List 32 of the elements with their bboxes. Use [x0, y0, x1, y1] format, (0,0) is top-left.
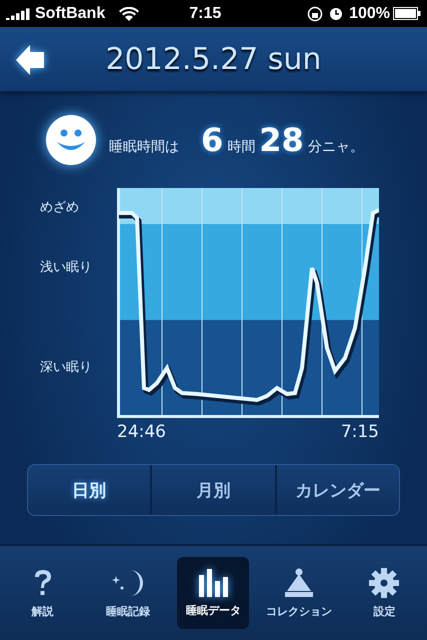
- battery-icon: [393, 7, 421, 20]
- wifi-icon: [119, 6, 140, 20]
- segment-tab[interactable]: カレンダー: [274, 465, 399, 515]
- rotation-lock-icon: [307, 6, 324, 22]
- tab-bar-item[interactable]: 設定: [348, 557, 420, 629]
- sleep-level-label: めざめ: [40, 199, 79, 216]
- sleep-level-label: 浅い眠り: [40, 259, 92, 276]
- carrier-name: SoftBank: [35, 4, 106, 22]
- sleep-time-label: 睡眠時間は: [109, 138, 179, 156]
- sleep-level-label: 深い眠り: [40, 359, 92, 376]
- minutes-value: 28: [259, 121, 304, 159]
- nightcap-icon: [284, 568, 314, 598]
- end-time: 7:15: [340, 422, 379, 442]
- signal-icon: [6, 8, 32, 20]
- start-time: 24:46: [117, 422, 166, 442]
- tab-bar-item[interactable]: コレクション: [262, 557, 335, 629]
- date-title: 2012.5.27 sun: [106, 42, 322, 76]
- bar-chart-icon: [198, 568, 228, 596]
- tab-bar-item[interactable]: 睡眠データ: [177, 557, 250, 629]
- smiley-face-icon: [45, 114, 97, 166]
- tab-bar-item[interactable]: 解説: [6, 557, 79, 629]
- settings-icon: [369, 568, 400, 598]
- clock-time: 7:15: [189, 4, 222, 22]
- battery-percent: 100%: [349, 4, 390, 22]
- tab-bar-item[interactable]: 睡眠記録: [92, 557, 164, 629]
- hours-value: 6: [201, 121, 224, 159]
- segment-tab[interactable]: 日別: [28, 465, 150, 515]
- back-arrow-icon[interactable]: [16, 45, 46, 75]
- minutes-unit: 分ニャ。: [308, 138, 364, 156]
- alarm-clock-icon: [329, 6, 344, 20]
- segment-tab[interactable]: 月別: [150, 465, 275, 515]
- hours-unit: 時間: [227, 138, 256, 156]
